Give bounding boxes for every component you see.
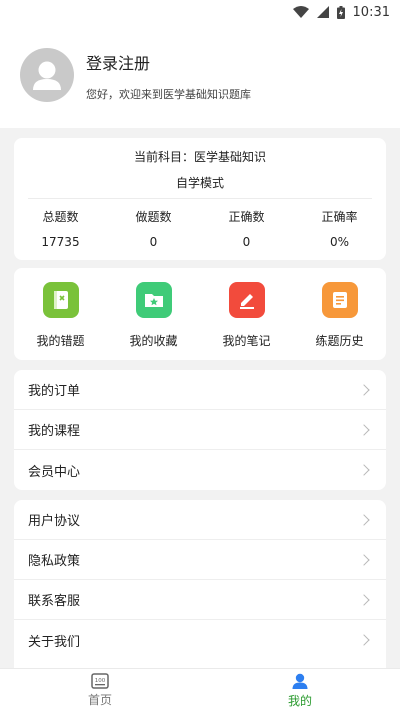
menu-item-membership[interactable]: 会员中心 xyxy=(14,450,386,490)
stats-values: 17735 0 0 0% xyxy=(14,235,386,249)
stat-header-done: 做题数 xyxy=(135,210,172,224)
profile-header[interactable]: 登录注册 您好，欢迎来到医学基础知识题库 xyxy=(0,24,400,128)
stat-header-correct: 正确数 xyxy=(228,210,265,224)
feature-label: 我的笔记 xyxy=(222,334,271,348)
tab-home-label: 首页 xyxy=(87,693,112,707)
login-register-link[interactable]: 登录注册 xyxy=(86,50,150,74)
note-pen-icon xyxy=(228,282,265,318)
wrong-book-icon xyxy=(42,282,79,318)
study-mode[interactable]: 自学模式 xyxy=(14,174,386,191)
tab-mine[interactable]: 我的 xyxy=(200,669,400,712)
menu-item-label: 用户协议 xyxy=(28,514,81,529)
menu-item-courses[interactable]: 我的课程 xyxy=(14,410,386,450)
feature-label: 练题历史 xyxy=(315,334,364,348)
avatar[interactable] xyxy=(20,48,74,102)
menu-item-about-us[interactable]: 关于我们 xyxy=(14,620,386,660)
feature-label: 我的错题 xyxy=(36,334,85,348)
feature-notes[interactable]: 我的笔记 xyxy=(200,268,293,360)
signal-icon xyxy=(316,6,329,18)
status-bar: 10:31 xyxy=(0,0,400,24)
chevron-right-icon xyxy=(358,464,370,476)
menu-item-label: 我的课程 xyxy=(28,424,81,439)
svg-text:100: 100 xyxy=(95,678,106,684)
history-list-icon xyxy=(321,282,358,318)
chevron-right-icon xyxy=(358,593,370,606)
menu-item-label: 联系客服 xyxy=(28,594,81,609)
feature-wrong-questions[interactable]: 我的错题 xyxy=(14,268,107,360)
menu-item-user-agreement[interactable]: 用户协议 xyxy=(14,500,386,540)
feature-history[interactable]: 练题历史 xyxy=(293,268,386,360)
stat-value-correct: 0 xyxy=(242,235,251,249)
menu-group-account: 我的订单 我的课程 会员中心 xyxy=(14,370,386,490)
divider xyxy=(28,198,372,199)
menu-item-label: 会员中心 xyxy=(28,464,81,480)
menu-group-info: 用户协议 隐私政策 联系客服 关于我们 xyxy=(14,500,386,668)
menu-item-label: 关于我们 xyxy=(28,634,81,650)
stat-value-done: 0 xyxy=(149,235,158,249)
menu-item-privacy-policy[interactable]: 隐私政策 xyxy=(14,540,386,580)
chevron-right-icon xyxy=(358,634,370,646)
tab-mine-label: 我的 xyxy=(287,694,312,708)
stat-value-rate: 0% xyxy=(329,235,350,249)
current-subject[interactable]: 当前科目：医学基础知识 xyxy=(14,148,386,165)
user-tab-icon xyxy=(292,673,308,689)
user-placeholder-icon xyxy=(33,61,61,90)
features-card: 我的错题 我的收藏 我的笔记 练题历史 xyxy=(14,268,386,360)
home-tab-icon: 100 xyxy=(91,673,109,689)
feature-favorites[interactable]: 我的收藏 xyxy=(107,268,200,360)
menu-item-label: 我的订单 xyxy=(28,384,81,399)
battery-icon xyxy=(336,5,345,19)
feature-label: 我的收藏 xyxy=(129,334,178,348)
wifi-icon xyxy=(292,6,309,18)
chevron-right-icon xyxy=(358,383,370,396)
favorite-folder-icon xyxy=(135,282,172,318)
chevron-right-icon xyxy=(358,423,370,436)
chevron-right-icon xyxy=(358,513,370,526)
menu-item-label: 隐私政策 xyxy=(28,554,81,569)
bottom-nav: 100 首页 我的 xyxy=(0,668,400,712)
stats-card: 当前科目：医学基础知识 自学模式 总题数 做题数 正确数 正确率 17735 0… xyxy=(14,138,386,260)
status-time: 10:31 xyxy=(352,4,390,20)
stat-value-total: 17735 xyxy=(41,235,80,249)
tab-home[interactable]: 100 首页 xyxy=(0,669,200,712)
stats-headers: 总题数 做题数 正确数 正确率 xyxy=(14,208,386,225)
chevron-right-icon xyxy=(358,553,370,566)
stat-header-total: 总题数 xyxy=(42,210,79,224)
stat-header-rate: 正确率 xyxy=(321,210,358,224)
menu-item-contact-support[interactable]: 联系客服 xyxy=(14,580,386,620)
menu-item-orders[interactable]: 我的订单 xyxy=(14,370,386,410)
welcome-text: 您好，欢迎来到医学基础知识题库 xyxy=(86,88,251,101)
